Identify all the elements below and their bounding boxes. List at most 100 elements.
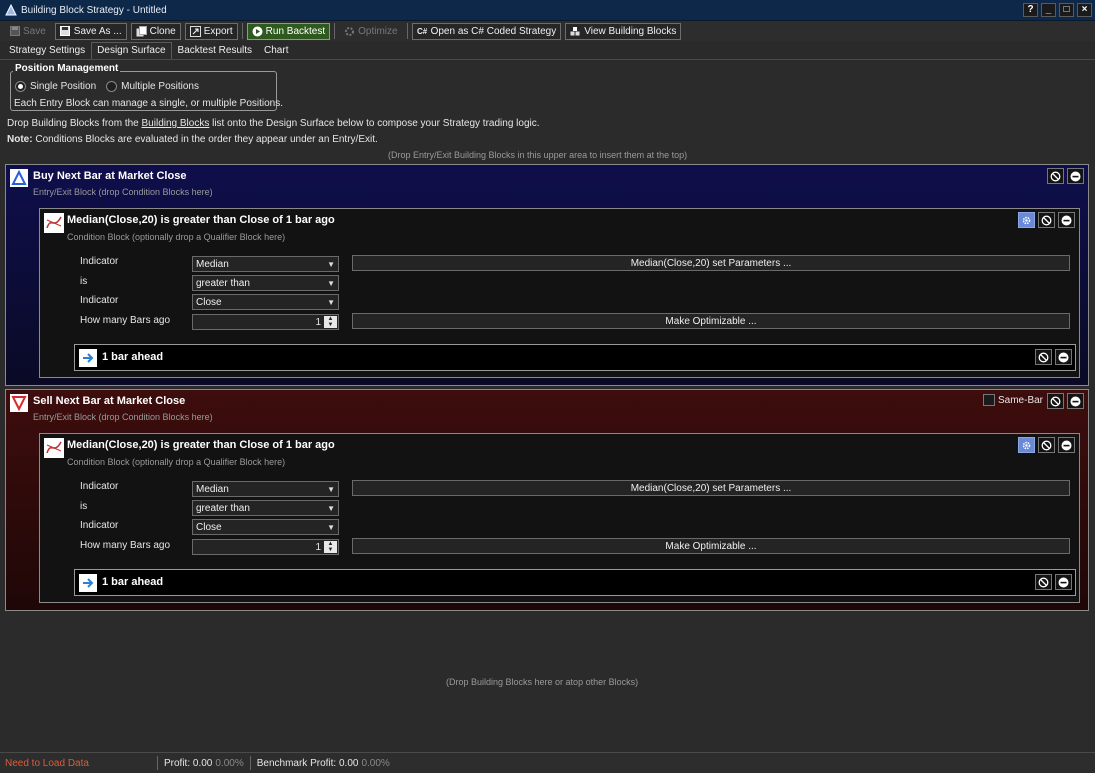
sell-arrow-icon [10,394,28,412]
indicator-label: Indicator [80,481,119,492]
optimize-icon [344,26,355,37]
indicator2-select[interactable]: Close ▼ [192,294,339,310]
indicator1-select[interactable]: Median ▼ [192,256,339,272]
tab-strip: Strategy Settings Design Surface Backtes… [0,41,1095,60]
same-bar-checkbox[interactable] [982,394,995,406]
remove-icon[interactable] [1058,437,1075,453]
sell-block-title: Sell Next Bar at Market Close [33,395,186,407]
qualifier-title: 1 bar ahead [102,576,164,588]
instructions-line: Drop Building Blocks from the Building B… [7,118,540,129]
indicator1-select[interactable]: Median ▼ [192,481,339,497]
disable-icon[interactable] [1047,168,1064,184]
title-bar: Building Block Strategy - Untitled ? _ □… [0,0,1095,21]
chevron-down-icon: ▼ [327,523,335,532]
disable-icon[interactable] [1035,349,1052,365]
position-management-legend: Position Management [13,63,121,74]
save-icon [9,26,20,37]
bars-ago-stepper[interactable]: 1 ▲ ▼ [192,314,339,330]
help-button[interactable]: ? [1023,3,1038,17]
position-management-description: Each Entry Block can manage a single, or… [14,98,284,109]
arrow-right-icon [79,349,97,367]
tab-design-surface[interactable]: Design Surface [91,42,172,59]
window-title: Building Block Strategy - Untitled [21,4,167,16]
disable-icon[interactable] [1035,574,1052,590]
minimize-button[interactable]: _ [1041,3,1056,17]
condition-block[interactable]: Median(Close,20) is greater than Close o… [39,433,1080,603]
maximize-button[interactable]: □ [1059,3,1074,17]
bottom-drop-hint: (Drop Building Blocks here or atop other… [446,677,639,687]
comparison-select[interactable]: greater than ▼ [192,500,339,516]
gear-icon[interactable] [1018,212,1035,228]
save-as-label: Save As ... [73,25,122,37]
chevron-down-icon: ▼ [327,260,335,269]
remove-icon[interactable] [1067,168,1084,184]
chevron-down-icon: ▼ [327,298,335,307]
app-icon [5,4,17,16]
sell-block-subtitle: Entry/Exit Block (drop Condition Blocks … [33,412,213,422]
bars-ago-label: How many Bars ago [80,315,171,326]
condition-title: Median(Close,20) is greater than Close o… [67,214,335,226]
multiple-positions-radio[interactable] [106,81,118,92]
indicator-label: Indicator [80,520,119,531]
buy-entry-block[interactable]: Buy Next Bar at Market Close Entry/Exit … [5,164,1089,386]
comparison-select[interactable]: greater than ▼ [192,275,339,291]
position-radio-row: Single Position Multiple Positions [15,81,199,92]
remove-icon[interactable] [1058,212,1075,228]
qualifier-block[interactable]: 1 bar ahead [74,569,1076,596]
close-button[interactable]: × [1077,3,1092,17]
save-label: Save [23,25,46,37]
set-parameters-button[interactable]: Median(Close,20) set Parameters ... [352,480,1070,496]
buy-block-subtitle: Entry/Exit Block (drop Condition Blocks … [33,187,213,197]
remove-icon[interactable] [1055,574,1072,590]
indicator-label: Indicator [80,295,119,306]
set-parameters-button[interactable]: Median(Close,20) set Parameters ... [352,255,1070,271]
bars-ago-value: 1 [315,541,321,553]
save-button[interactable]: Save [4,23,51,40]
disable-icon[interactable] [1047,393,1064,409]
indicator1-value: Median [196,258,229,270]
qualifier-title: 1 bar ahead [102,351,164,363]
top-drop-hint: (Drop Entry/Exit Building Blocks in this… [388,150,688,160]
save-as-icon [60,26,71,37]
multiple-positions-label[interactable]: Multiple Positions [121,81,199,92]
optimize-label: Optimize [358,25,398,37]
remove-icon[interactable] [1055,349,1072,365]
bars-ago-label: How many Bars ago [80,540,171,551]
same-bar-toggle[interactable]: Same-Bar [982,394,1043,406]
open-coded-strategy-button[interactable]: C# Open as C# Coded Strategy [411,22,562,40]
disable-icon[interactable] [1038,437,1055,453]
building-blocks-link[interactable]: Building Blocks [142,118,210,129]
make-optimizable-button[interactable]: Make Optimizable ... [352,313,1070,329]
profit-percent: 0.00% [215,757,244,769]
single-position-label[interactable]: Single Position [30,81,96,92]
view-building-blocks-button[interactable]: View Building Blocks [565,22,682,40]
run-backtest-button[interactable]: Run Backtest [246,22,331,40]
toolbar-separator [406,23,408,39]
remove-icon[interactable] [1067,393,1084,409]
sell-exit-block[interactable]: Sell Next Bar at Market Close Entry/Exit… [5,389,1089,611]
export-button[interactable]: Export [184,22,238,40]
indicator2-value: Close [196,521,222,533]
spinner-arrows-icon[interactable]: ▲ ▼ [324,316,337,328]
gear-icon[interactable] [1018,437,1035,453]
make-optimizable-button[interactable]: Make Optimizable ... [352,538,1070,554]
profit-status: Profit: 0.00 0.00% [158,756,251,770]
indicator2-select[interactable]: Close ▼ [192,519,339,535]
arrow-right-icon [79,574,97,592]
benchmark-value: 0.00 [339,757,359,769]
single-position-radio[interactable] [15,81,26,92]
load-data-status[interactable]: Need to Load Data [0,756,158,770]
save-as-button[interactable]: Save As ... [54,22,127,40]
spinner-arrows-icon[interactable]: ▲ ▼ [324,541,337,553]
comparison-value: greater than [196,502,250,514]
optimize-button[interactable]: Optimize [339,23,402,40]
clone-button[interactable]: Clone [130,22,181,40]
bars-ago-stepper[interactable]: 1 ▲ ▼ [192,539,339,555]
condition-block[interactable]: Median(Close,20) is greater than Close o… [39,208,1080,378]
qualifier-block[interactable]: 1 bar ahead [74,344,1076,371]
disable-icon[interactable] [1038,212,1055,228]
tab-backtest-results[interactable]: Backtest Results [172,42,258,59]
tab-strategy-settings[interactable]: Strategy Settings [3,42,91,59]
clone-icon [136,25,147,37]
tab-chart[interactable]: Chart [258,42,294,59]
